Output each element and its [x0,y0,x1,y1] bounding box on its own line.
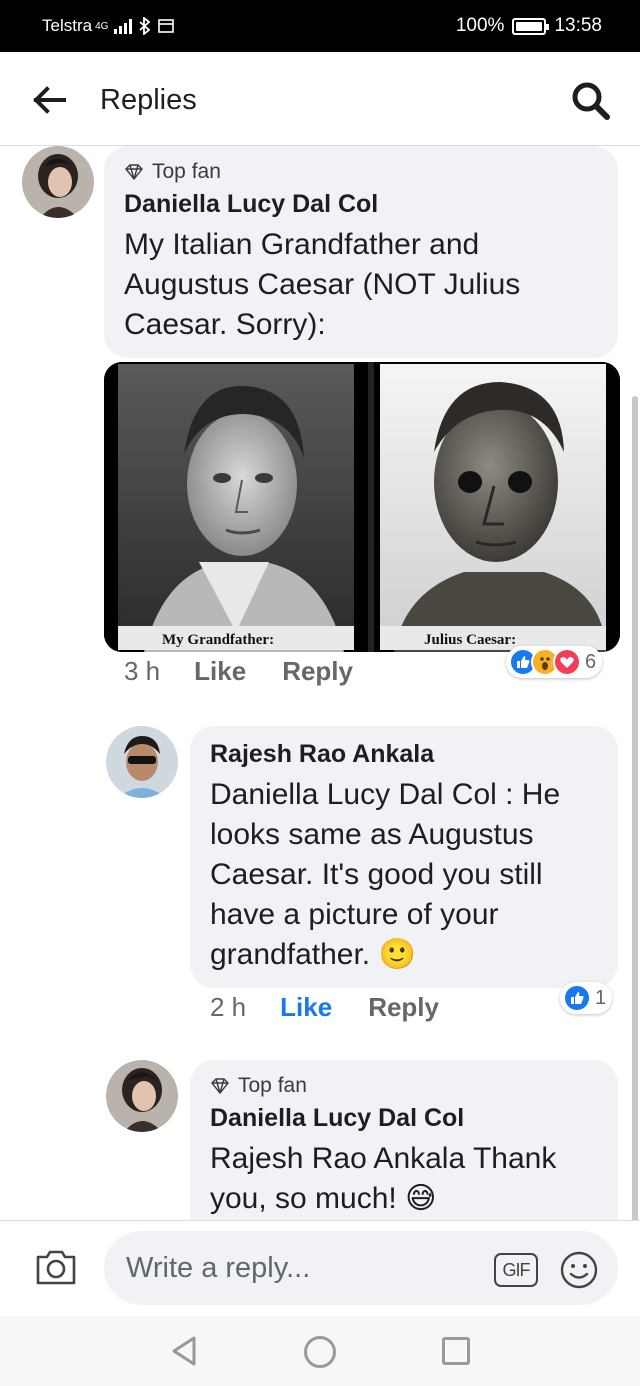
reaction-count: 1 [595,986,607,1009]
avatar-image [22,146,94,218]
camera-icon [36,1250,76,1285]
arrow-left-icon [33,86,66,114]
like-reaction-icon [563,984,591,1012]
avatar[interactable] [106,726,178,798]
reaction-summary[interactable]: 1 [560,982,613,1014]
comment-line: have a picture of your [210,898,499,931]
nav-home-button[interactable] [304,1336,336,1368]
comment-bubble[interactable]: Rajesh Rao Ankala Daniella Lucy Dal Col … [190,726,618,988]
top-fan-label: Top fan [152,160,221,183]
search-icon [572,82,610,120]
top-fan-badge: Top fan [124,160,596,184]
clock: 13:58 [554,15,602,36]
avatar[interactable] [22,146,94,218]
reply-composer: GIF [0,1220,640,1316]
scrollbar[interactable] [632,396,638,1220]
screen-icon [158,19,175,33]
photo-caption-left: My Grandfather: [162,632,274,648]
comment-actions: 2 h Like Reply [210,992,439,1023]
network-type: 4G [95,20,109,32]
comment-text: Daniella Lucy Dal Col : He looks same as… [210,775,596,975]
like-button[interactable]: Like [280,992,332,1023]
love-reaction-icon [553,648,581,676]
reply-input[interactable] [104,1231,618,1305]
emoji-button[interactable] [558,1249,600,1291]
signal-icon [114,18,133,34]
comment-time[interactable]: 2 h [210,992,246,1023]
triangle-back-icon [172,1336,196,1366]
page-title: Replies [100,84,197,116]
replies-list[interactable]: Top fan Daniella Lucy Dal Col My Italian… [0,146,640,1220]
diamond-icon [211,1078,229,1094]
comment-time[interactable]: 3 h [124,656,160,687]
back-button[interactable] [30,82,70,118]
top-fan-label: Top fan [238,1074,307,1097]
photo-collage: My Grandfather: Julius Caesar: [104,362,620,652]
photo-caption-right: Julius Caesar: [424,632,516,648]
nav-back-button[interactable] [168,1334,200,1368]
comment-line: looks same as Augustus [210,818,534,851]
reply-button[interactable]: Reply [368,992,439,1023]
avatar[interactable] [106,1060,178,1132]
avatar-image [106,726,178,798]
nav-recents-button[interactable] [442,1337,470,1365]
comment-text: Rajesh Rao Ankala Thank you, so much! 😅 [210,1139,596,1219]
comment-line: grandfather. 🙂 [210,938,416,971]
comment-line: Caesar. Sorry): [124,308,326,341]
reply-button[interactable]: Reply [282,656,353,687]
comment-author[interactable]: Rajesh Rao Ankala [210,740,596,769]
comment-line: Caesar. It's good you still [210,858,543,891]
comment-line: Augustus Caesar (NOT Julius [124,268,521,301]
comment-bubble[interactable]: Top fan Daniella Lucy Dal Col Rajesh Rao… [190,1060,618,1220]
comment-author[interactable]: Daniella Lucy Dal Col [210,1104,596,1133]
comment-author[interactable]: Daniella Lucy Dal Col [124,190,596,219]
diamond-icon [125,164,143,180]
status-left: Telstra 4G [42,16,175,36]
status-right: 100% 13:58 [456,15,602,37]
status-bar: Telstra 4G 100% 13:58 [0,0,640,52]
carrier-name: Telstra [42,16,93,35]
comment-line: you, so much! 😅 [210,1182,437,1215]
header: Replies [0,52,640,146]
reaction-summary[interactable]: 6 [506,646,603,678]
reaction-count: 6 [585,650,597,673]
comment-text: My Italian Grandfather and Augustus Caes… [124,225,596,345]
bluetooth-icon [139,17,151,35]
comment-photo[interactable]: My Grandfather: Julius Caesar: [104,362,620,652]
camera-button[interactable] [34,1247,78,1287]
battery-icon [512,17,550,35]
battery-percent: 100% [455,15,505,36]
search-button[interactable] [570,80,612,122]
comment-actions: 3 h Like Reply [124,656,353,687]
comment-line: Rajesh Rao Ankala Thank [210,1142,557,1175]
smiley-icon [560,1251,598,1289]
top-fan-badge: Top fan [210,1074,596,1098]
system-nav-bar [0,1316,640,1386]
avatar-image [106,1060,178,1132]
like-button[interactable]: Like [194,656,246,687]
comment-line: My Italian Grandfather and [124,228,480,261]
comment-bubble[interactable]: Top fan Daniella Lucy Dal Col My Italian… [104,146,618,358]
gif-button[interactable]: GIF [494,1253,538,1287]
comment-line: Daniella Lucy Dal Col : He [210,778,561,811]
